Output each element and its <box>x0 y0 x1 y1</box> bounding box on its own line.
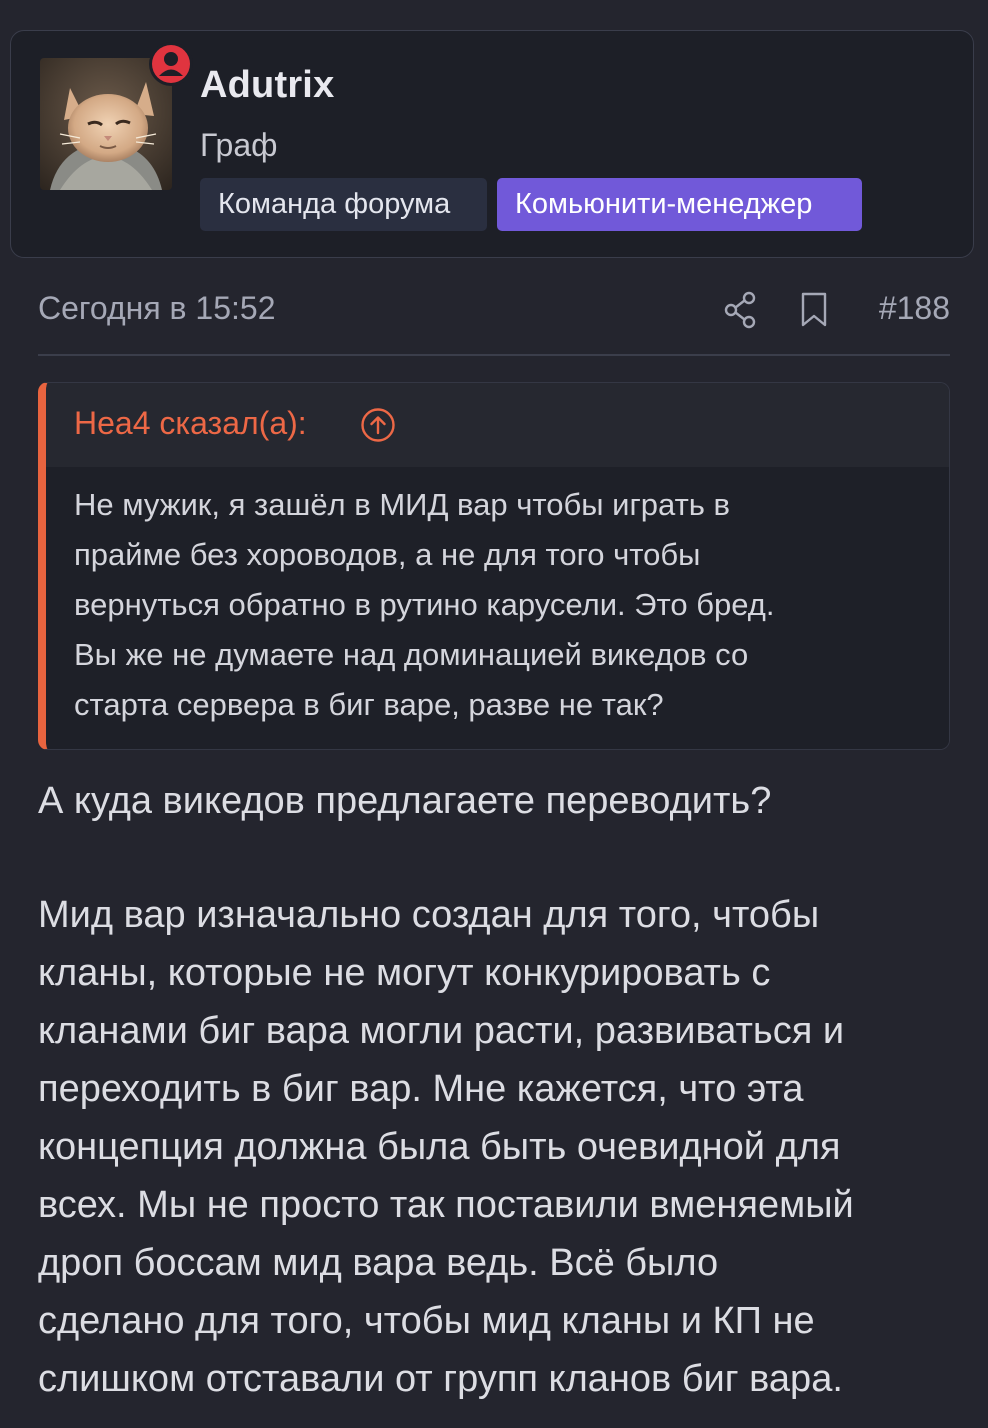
quote-content: Не мужик, я зашёл в МИД вар чтобы играть… <box>74 480 934 730</box>
quote-line: прайме без хороводов, а не для того чтоб… <box>74 537 701 572</box>
message-question: А куда викедов предлагаете переводить? <box>38 780 772 822</box>
quote-block: Неа4 сказал(а): Не мужик, я зашёл в МИД … <box>38 382 950 750</box>
quote-header: Неа4 сказал(а): <box>46 383 949 467</box>
user-icon <box>159 52 183 76</box>
quote-line: вернуться обратно в рутино карусели. Это… <box>74 587 775 622</box>
message-line: концепция должна была быть очевидной для <box>38 1126 841 1168</box>
user-title: Граф <box>200 127 278 163</box>
author-card: Adutrix Граф Команда форума Комьюнити-ме… <box>10 30 974 258</box>
post-meta: Сегодня в 15:52 #188 <box>38 286 950 356</box>
badge-forum-team: Команда форума <box>200 178 487 231</box>
badge-community-manager: Комьюнити-менеджер <box>497 178 862 231</box>
message-line: всех. Мы не просто так поставили вменяем… <box>38 1184 854 1226</box>
quote-line: старта сервера в биг варе, разве не так? <box>74 687 664 722</box>
bookmark-icon[interactable] <box>800 292 828 328</box>
post-date[interactable]: Сегодня в 15:52 <box>38 290 276 327</box>
status-indicator <box>149 42 193 86</box>
quote-line: Не мужик, я зашёл в МИД вар чтобы играть… <box>74 487 731 522</box>
username[interactable]: Adutrix <box>200 64 334 107</box>
quote-author[interactable]: Неа4 сказал(а): <box>74 405 307 442</box>
message-line: кланами биг вара могли расти, развиватьс… <box>38 1010 845 1052</box>
message-line: слишком отставали от групп кланов биг ва… <box>38 1358 843 1400</box>
arrow-up-circle-icon[interactable] <box>360 407 396 443</box>
message-line: кланы, которые не могут конкурировать с <box>38 952 771 994</box>
message-body: А куда викедов предлагаете переводить? М… <box>38 772 968 1408</box>
share-icon[interactable] <box>722 290 758 330</box>
message-line: сделано для того, чтобы мид кланы и КП н… <box>38 1300 815 1342</box>
message-line: переходить в биг вар. Мне кажется, что э… <box>38 1068 804 1110</box>
post-number[interactable]: #188 <box>879 290 950 327</box>
message-line: дроп боссам мид вара ведь. Всё было <box>38 1242 719 1284</box>
message-line: Мид вар изначально создан для того, чтоб… <box>38 894 820 936</box>
quote-line: Вы же не думаете над доминацией викедов … <box>74 637 749 672</box>
